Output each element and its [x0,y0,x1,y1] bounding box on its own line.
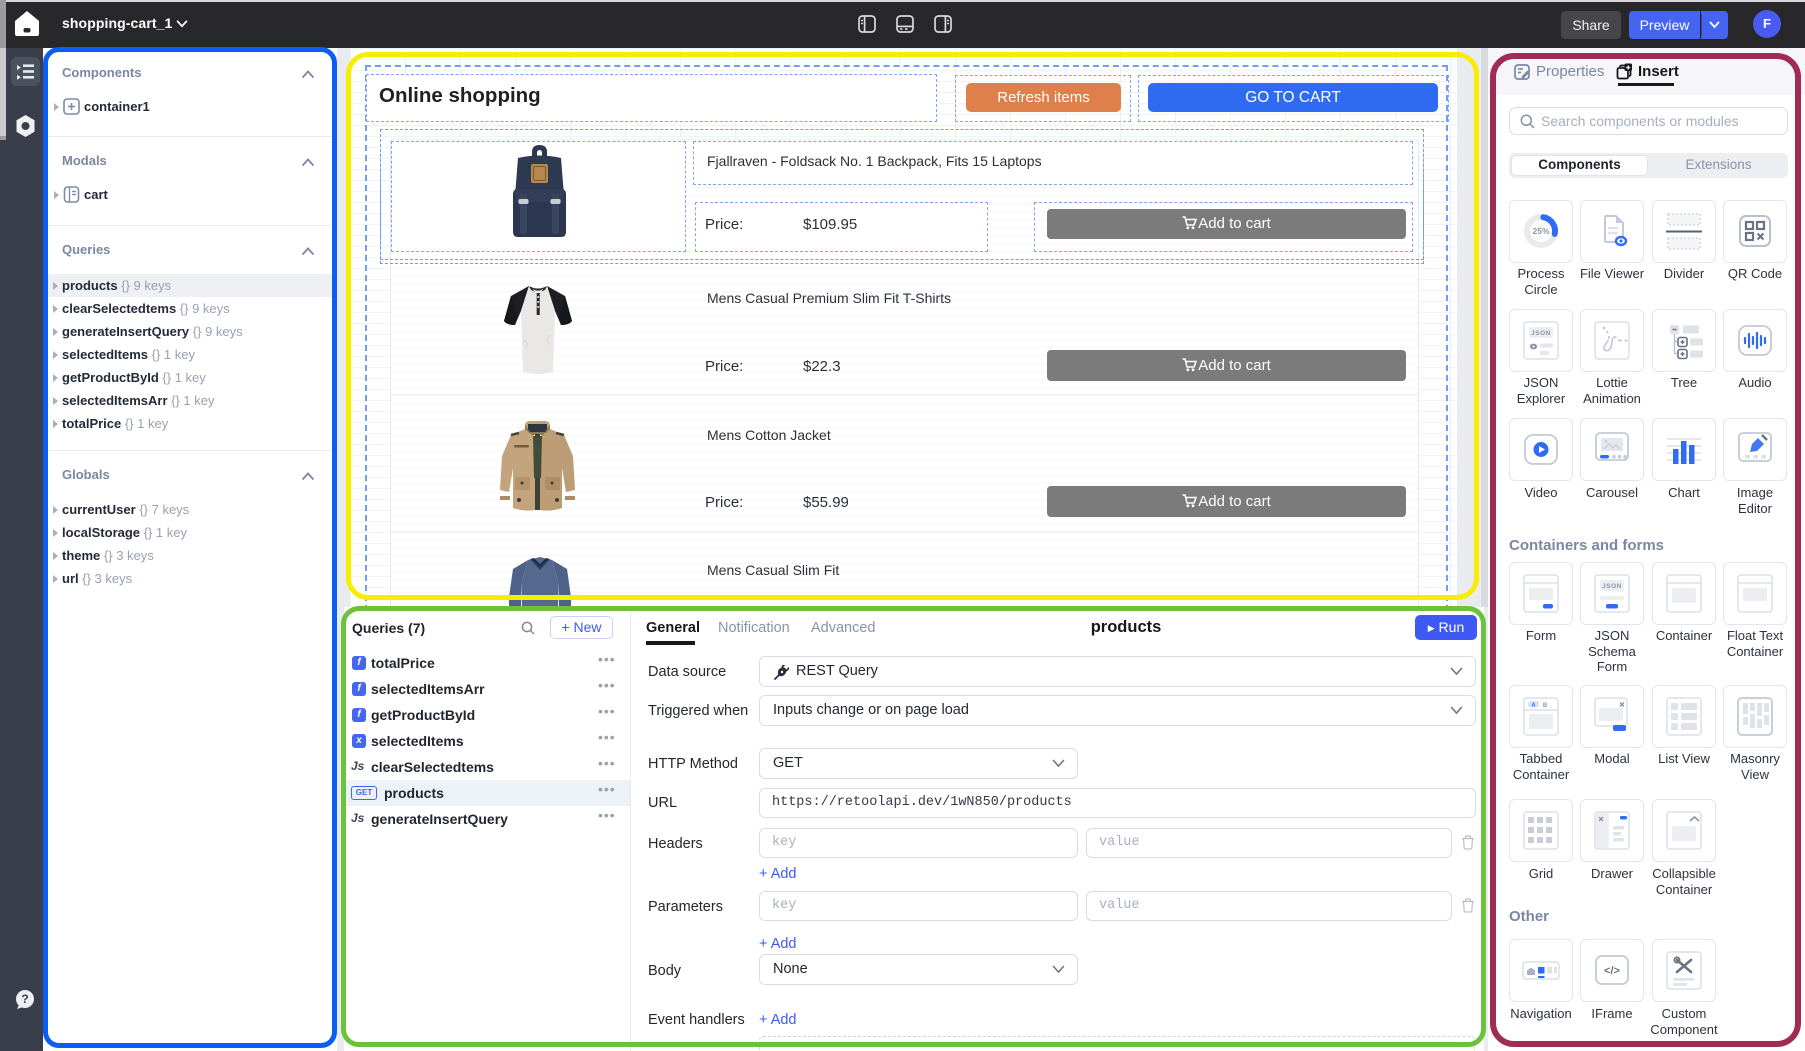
svg-text:?: ? [21,992,28,1006]
svg-text:B: B [1543,703,1548,709]
svg-text:25%: 25% [1532,226,1549,236]
svg-text:A: A [1532,703,1536,709]
svg-text:JSON: JSON [1602,583,1622,590]
svg-text:JSON: JSON [1531,330,1551,337]
svg-text:</>: </> [1604,965,1620,977]
